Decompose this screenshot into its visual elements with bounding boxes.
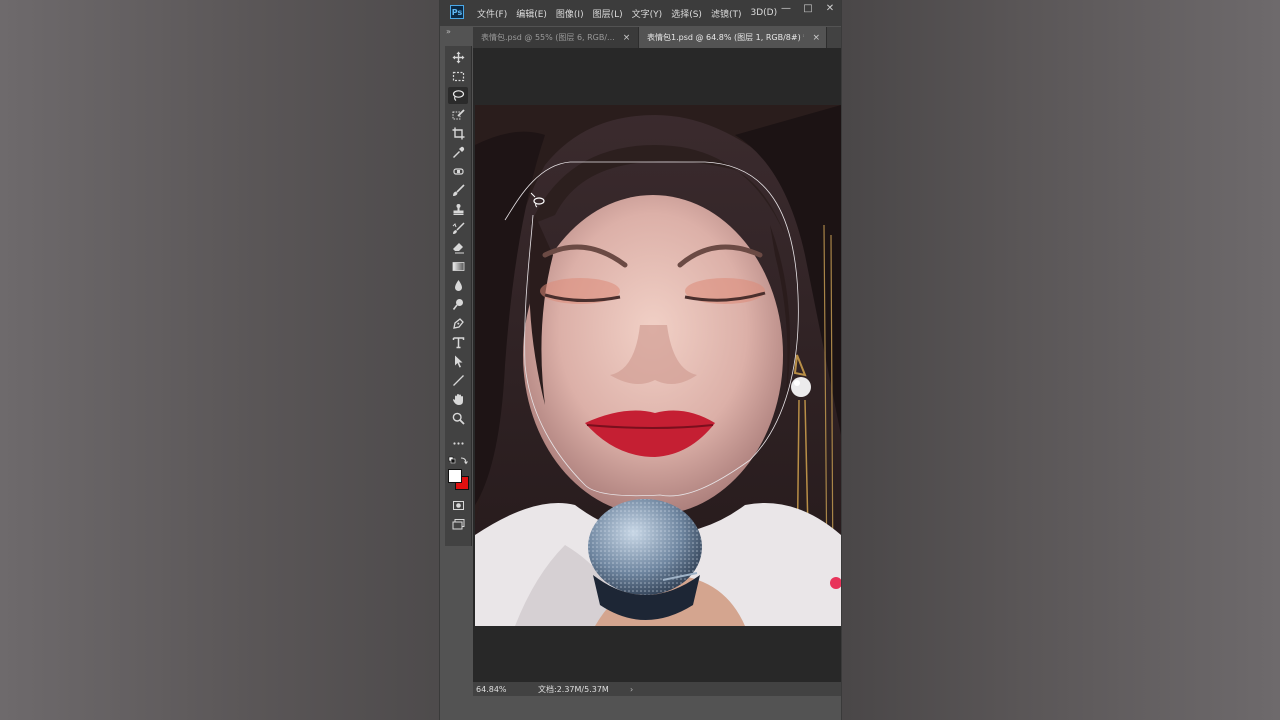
healing-brush-tool[interactable] [448, 163, 468, 180]
menu-select[interactable]: 选择(S) [671, 7, 702, 20]
tab-label: 表情包1.psd @ 64.8% (图层 1, RGB/8#) * [647, 33, 805, 42]
marquee-icon [452, 71, 464, 82]
maximize-button[interactable]: □ [797, 0, 819, 20]
dodge-tool[interactable] [448, 296, 468, 313]
brush-tool[interactable] [448, 182, 468, 199]
hand-icon [452, 394, 463, 405]
history-brush-tool[interactable] [448, 220, 468, 237]
photoshop-window: Ps 文件(F) 编辑(E) 图像(I) 图层(L) 文字(Y) 选择(S) 滤… [440, 0, 841, 720]
quick-selection-tool[interactable] [448, 106, 468, 123]
tab-close-icon[interactable]: × [623, 33, 631, 43]
document-tab-bar: 表情包.psd @ 55% (图层 6, RGB/... × 表情包1.psd … [473, 27, 841, 48]
menu-layer[interactable]: 图层(L) [593, 7, 623, 20]
more-tools[interactable] [448, 435, 468, 452]
foreground-color-swatch[interactable] [448, 469, 462, 483]
photoshop-logo-icon: Ps [450, 5, 464, 19]
bandage-icon [452, 168, 464, 175]
line-tool[interactable] [448, 372, 468, 389]
arrow-icon [454, 355, 462, 368]
lasso-tool[interactable] [448, 87, 468, 104]
quick-mask-icon [452, 501, 464, 510]
close-window-button[interactable]: ✕ [819, 0, 841, 20]
pen-icon [452, 318, 464, 329]
history-brush-icon [452, 222, 465, 234]
panel-collapse-icon[interactable]: » [446, 27, 451, 36]
bottom-panel-strip [440, 697, 841, 720]
drop-icon [454, 280, 462, 291]
tab-label: 表情包.psd @ 55% (图层 6, RGB/... [481, 33, 615, 42]
type-icon [452, 337, 464, 349]
gradient-icon [452, 262, 464, 271]
quick-selection-icon [452, 109, 465, 120]
default-colors-icon[interactable] [448, 456, 470, 466]
marquee-tool[interactable] [448, 68, 468, 85]
menu-file[interactable]: 文件(F) [477, 7, 507, 20]
screen-mode-button[interactable] [448, 516, 468, 533]
eraser-icon [452, 243, 464, 254]
zoom-icon [452, 412, 465, 425]
canvas-photo[interactable] [475, 105, 841, 626]
eyedropper-icon [452, 146, 464, 158]
crop-tool[interactable] [448, 125, 468, 142]
stamp-icon [453, 204, 463, 215]
crying-face-photo [475, 105, 841, 626]
tab-document-2[interactable]: 表情包1.psd @ 64.8% (图层 1, RGB/8#) * × [639, 27, 827, 48]
eyedropper-tool[interactable] [448, 144, 468, 161]
menu-image[interactable]: 图像(I) [556, 7, 584, 20]
eraser-tool[interactable] [448, 239, 468, 256]
menu-bar: Ps 文件(F) 编辑(E) 图像(I) 图层(L) 文字(Y) 选择(S) 滤… [440, 0, 841, 26]
pen-tool[interactable] [448, 315, 468, 332]
move-tool[interactable] [448, 49, 468, 66]
menu-filter[interactable]: 滤镜(T) [711, 7, 742, 20]
gradient-tool[interactable] [448, 258, 468, 275]
brush-icon [452, 184, 465, 196]
menu-type[interactable]: 文字(Y) [632, 7, 663, 20]
tab-document-1[interactable]: 表情包.psd @ 55% (图层 6, RGB/... × [473, 27, 639, 48]
dodge-icon [452, 299, 463, 310]
crop-icon [452, 127, 464, 140]
tools-panel [445, 46, 472, 546]
clone-stamp-tool[interactable] [448, 201, 468, 218]
blur-tool[interactable] [448, 277, 468, 294]
status-menu-arrow-icon[interactable]: › [630, 685, 633, 694]
menu-list: 文件(F) 编辑(E) 图像(I) 图层(L) 文字(Y) 选择(S) 滤镜(T… [477, 0, 786, 26]
hand-tool[interactable] [448, 391, 468, 408]
screen-mode-icon [452, 519, 464, 530]
type-tool[interactable] [448, 334, 468, 351]
path-selection-tool[interactable] [448, 353, 468, 370]
quick-mask-button[interactable] [448, 497, 468, 514]
minimize-button[interactable]: — [775, 0, 797, 20]
status-bar: 64.84% 文档:2.37M/5.37M › [473, 682, 841, 696]
menu-3d[interactable]: 3D(D) [750, 8, 777, 18]
document-info: 文档:2.37M/5.37M [538, 684, 609, 694]
canvas-area[interactable] [473, 48, 841, 682]
line-icon [452, 375, 464, 386]
window-controls: — □ ✕ [775, 0, 841, 20]
tab-close-icon[interactable]: × [812, 33, 820, 43]
move-icon [452, 51, 464, 64]
menu-edit[interactable]: 编辑(E) [516, 7, 547, 20]
lasso-icon [452, 90, 464, 101]
zoom-tool[interactable] [448, 410, 468, 427]
more-icon [452, 442, 464, 445]
zoom-level-field[interactable]: 64.84% [476, 685, 528, 694]
